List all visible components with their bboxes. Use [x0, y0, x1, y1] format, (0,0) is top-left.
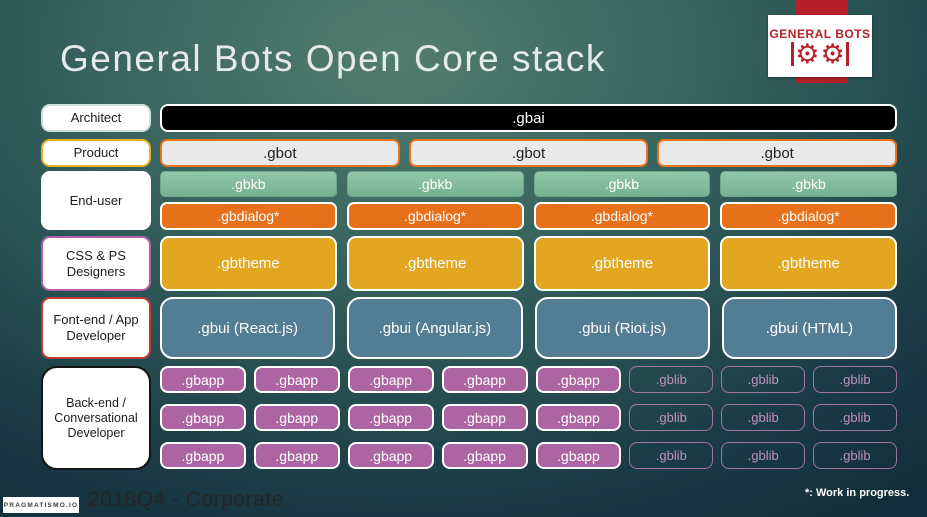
- row-gbui: .gbui (React.js) .gbui (Angular.js) .gbu…: [160, 297, 897, 359]
- gbapp-box: .gbapp: [160, 366, 246, 393]
- gbapp-box: .gbapp: [347, 366, 434, 393]
- row-label-designers: CSS & PS Designers: [41, 236, 151, 291]
- gbapp-box: .gbapp: [441, 366, 528, 393]
- row-gbdialog: .gbdialog* .gbdialog* .gbdialog* .gbdial…: [160, 202, 897, 230]
- gbapp-box: .gbapp: [441, 442, 528, 469]
- gblib-box: .gblib: [721, 366, 806, 393]
- gbtheme-box: .gbtheme: [533, 236, 711, 291]
- gbkb-box: .gbkb: [533, 171, 711, 197]
- logo-bar-right: [845, 41, 849, 66]
- work-in-progress-footnote: *: Work in progress.: [805, 487, 910, 499]
- row-gbtheme: .gbtheme .gbtheme .gbtheme .gbtheme: [160, 236, 897, 291]
- row-gbot: .gbot .gbot .gbot: [160, 139, 898, 167]
- page-title: General Bots Open Core stack: [60, 38, 606, 79]
- gblib-box: .gblib: [721, 442, 806, 469]
- gbapp-box: .gbapp: [160, 404, 246, 431]
- logo-bar-left: [791, 41, 795, 66]
- row-label-backend-developer: Back-end / Conversational Developer: [41, 366, 151, 470]
- row-label-architect: Architect: [41, 104, 151, 132]
- gbui-angular-box: .gbui (Angular.js): [347, 297, 523, 359]
- gbapp-box: .gbapp: [160, 442, 246, 469]
- general-bots-logo: GENERAL BOTS ⚙ ⚙: [768, 15, 872, 77]
- row-backend-1: .gbapp .gbapp .gbapp .gbapp .gbapp .gbli…: [160, 366, 897, 393]
- gbtheme-box: .gbtheme: [346, 236, 524, 291]
- gbui-html-box: .gbui (HTML): [721, 297, 897, 359]
- logo-brand-text: GENERAL BOTS: [769, 26, 871, 41]
- gbui-riot-box: .gbui (Riot.js): [534, 297, 710, 359]
- gbai-box: .gbai: [160, 104, 897, 132]
- gbapp-box: .gbapp: [347, 442, 434, 469]
- gbot-box: .gbot: [408, 139, 649, 167]
- gblib-box: .gblib: [629, 442, 714, 469]
- gbdialog-box: .gbdialog*: [160, 202, 337, 230]
- row-gbai: .gbai: [160, 104, 897, 132]
- pragmatismo-logo: PRAGMATISMO.IO: [3, 497, 79, 513]
- gbkb-box: .gbkb: [720, 171, 897, 197]
- row-label-product: Product: [41, 139, 151, 167]
- gblib-box: .gblib: [813, 404, 897, 431]
- slide-canvas: General Bots Open Core stack GENERAL BOT…: [0, 0, 927, 517]
- gbot-box: .gbot: [657, 139, 898, 167]
- gbapp-box: .gbapp: [441, 404, 528, 431]
- logo-gears: ⚙ ⚙: [791, 38, 849, 69]
- gbdialog-box: .gbdialog*: [720, 202, 897, 230]
- gbdialog-box: .gbdialog*: [346, 202, 524, 230]
- gbkb-box: .gbkb: [160, 171, 337, 197]
- row-label-frontend-developer: Font-end / App Developer: [41, 297, 151, 359]
- gblib-box: .gblib: [721, 404, 806, 431]
- gbui-react-box: .gbui (React.js): [160, 297, 336, 359]
- gear-icon: ⚙: [795, 38, 820, 69]
- gbkb-box: .gbkb: [346, 171, 524, 197]
- row-backend-3: .gbapp .gbapp .gbapp .gbapp .gbapp .gbli…: [160, 442, 897, 469]
- row-gbkb: .gbkb .gbkb .gbkb .gbkb: [160, 171, 897, 197]
- gbapp-box: .gbapp: [253, 404, 340, 431]
- gear-icon: ⚙: [820, 38, 845, 69]
- gbot-box: .gbot: [160, 139, 400, 167]
- row-label-end-user: End-user: [41, 171, 151, 230]
- footer-edition-text: 2018Q4 - Corporate: [88, 488, 284, 511]
- row-backend-2: .gbapp .gbapp .gbapp .gbapp .gbapp .gbli…: [160, 404, 897, 431]
- gbtheme-box: .gbtheme: [160, 236, 337, 291]
- gbtheme-box: .gbtheme: [720, 236, 897, 291]
- gblib-box: .gblib: [813, 442, 897, 469]
- gblib-box: .gblib: [629, 404, 714, 431]
- gbapp-box: .gbapp: [535, 442, 622, 469]
- gbdialog-box: .gbdialog*: [533, 202, 711, 230]
- gbapp-box: .gbapp: [347, 404, 434, 431]
- gblib-box: .gblib: [813, 366, 897, 393]
- gbapp-box: .gbapp: [535, 404, 622, 431]
- gbapp-box: .gbapp: [535, 366, 622, 393]
- gblib-box: .gblib: [629, 366, 714, 393]
- gbapp-box: .gbapp: [253, 442, 340, 469]
- gbapp-box: .gbapp: [253, 366, 340, 393]
